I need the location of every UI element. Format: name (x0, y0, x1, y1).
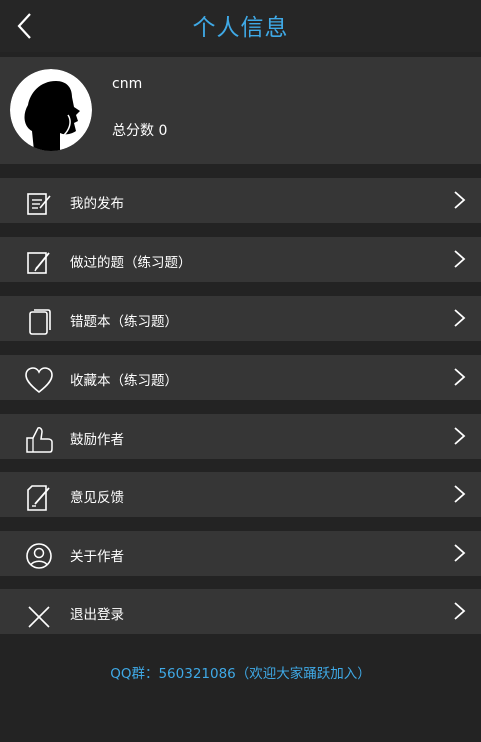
feedback-pencil-icon (27, 485, 50, 511)
header-bar: 个人信息 (0, 0, 481, 52)
profile-card[interactable]: cnm 总分数 0 (0, 57, 481, 164)
chevron-right-icon (454, 368, 466, 386)
menu-item-label: 意见反馈 (70, 490, 124, 506)
chevron-right-icon (454, 427, 466, 445)
menu-item-done-questions[interactable]: 做过的题（练习题） (0, 237, 481, 282)
avatar[interactable] (10, 69, 92, 151)
chevron-right-icon (454, 544, 466, 562)
user-circle-icon (26, 543, 52, 569)
page-title: 个人信息 (192, 15, 289, 41)
menu-item-about-author[interactable]: 关于作者 (0, 531, 481, 576)
menu-item-label: 退出登录 (70, 607, 124, 623)
close-x-icon (28, 606, 50, 628)
chevron-right-icon (454, 191, 466, 209)
chevron-right-icon (454, 602, 466, 620)
thumbs-up-icon (26, 427, 53, 453)
total-score: 总分数 0 (112, 123, 168, 139)
menu-item-logout[interactable]: 退出登录 (0, 589, 481, 634)
note-pencil-icon (27, 252, 50, 274)
menu-item-wrong-questions[interactable]: 错题本（练习题） (0, 296, 481, 341)
chevron-right-icon (454, 485, 466, 503)
menu-item-encourage-author[interactable]: 鼓励作者 (0, 414, 481, 459)
menu-item-label: 做过的题（练习题） (70, 255, 192, 271)
menu-item-label: 错题本（练习题） (70, 314, 178, 330)
qq-group-link[interactable]: QQ群：560321086（欢迎大家踊跃加入） (0, 662, 481, 682)
menu-item-label: 我的发布 (70, 196, 124, 212)
menu-item-my-posts[interactable]: 我的发布 (0, 178, 481, 223)
menu-item-label: 鼓励作者 (70, 432, 124, 448)
edit-document-icon (27, 193, 51, 215)
menu-item-feedback[interactable]: 意见反馈 (0, 472, 481, 517)
heart-icon (25, 367, 53, 394)
username: cnm (112, 76, 143, 92)
menu-item-label: 关于作者 (70, 549, 124, 565)
chevron-right-icon (454, 309, 466, 327)
copy-pages-icon (29, 309, 51, 335)
menu-item-label: 收藏本（练习题） (70, 373, 178, 389)
chevron-right-icon (454, 250, 466, 268)
menu-item-favorites[interactable]: 收藏本（练习题） (0, 355, 481, 400)
